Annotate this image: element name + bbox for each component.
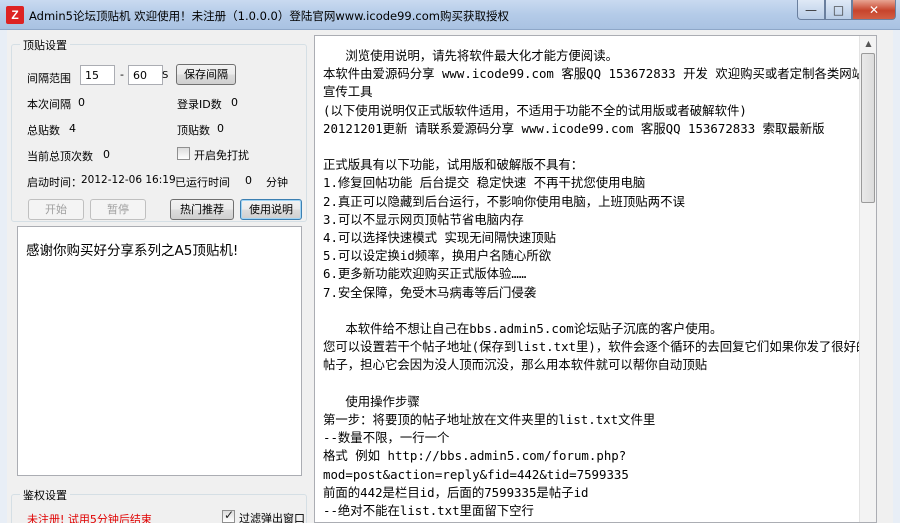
auth-group-title: 鉴权设置 [20,487,70,503]
interval-separator: - [120,68,124,81]
maximize-button[interactable]: □ [825,0,852,20]
login-id-count-label: 登录ID数 [177,98,222,111]
window-title: Admin5论坛顶贴机 欢迎使用！未注册（1.0.0.0）登陆官网www.ico… [29,9,509,23]
start-button[interactable]: 开始 [28,199,84,220]
current-total-top-label: 当前总顶次数 [27,150,93,163]
hot-recommend-button[interactable]: 热门推荐 [170,199,234,220]
login-id-count-value: 0 [231,96,238,109]
registration-status: 未注册! 试用5分钟后结束 [27,513,152,523]
thanks-message: 感谢你购买好分享系列之A5顶贴机! [26,243,239,259]
interval-unit-label: S [162,70,169,81]
interval-range-label: 间隔范围 [27,72,71,85]
interval-min-input[interactable] [80,65,115,85]
instructions-textarea[interactable]: 浏览使用说明，请先将软件最大化才能方便阅读。 本软件由爱源码分享 www.ico… [314,35,877,523]
app-logo-icon: Z [6,6,24,24]
save-interval-button[interactable]: 保存间隔 [176,64,236,85]
window-client-area: 顶贴设置 间隔范围 - S 保存间隔 本次间隔 0 登录ID数 0 总贴数 4 … [7,30,893,523]
instructions-text: 浏览使用说明，请先将软件最大化才能方便阅读。 本软件由爱源码分享 www.ico… [323,48,869,519]
scroll-up-icon[interactable]: ▲ [862,37,875,51]
interval-max-input[interactable] [128,65,163,85]
no-disturb-label[interactable]: 开启免打扰 [194,147,249,163]
help-button[interactable]: 使用说明 [240,199,302,220]
start-time-value: 2012-12-06 16:19 [81,174,176,186]
pause-button[interactable]: 暂停 [90,199,146,220]
start-time-label: 启动时间： [27,176,82,189]
total-posts-label: 总贴数 [27,124,60,137]
current-total-top-value: 0 [103,148,110,161]
minimize-button[interactable]: — [797,0,825,20]
top-posts-label: 顶贴数 [177,124,210,137]
this-interval-label: 本次间隔 [27,98,71,111]
top-posts-value: 0 [217,122,224,135]
close-button[interactable]: ✕ [852,0,896,20]
this-interval-value: 0 [78,96,85,109]
no-disturb-checkbox[interactable] [177,147,190,160]
elapsed-value: 0 [245,174,252,187]
filter-popup-label[interactable]: 过滤弹出窗口 [239,510,305,523]
settings-group-title: 顶贴设置 [20,37,70,53]
scroll-thumb[interactable] [861,53,875,203]
elapsed-unit: 分钟 [266,176,288,189]
total-posts-value: 4 [69,122,76,135]
vertical-scrollbar[interactable]: ▲ [859,36,876,522]
filter-popup-checkbox[interactable] [222,508,235,523]
thanks-message-box[interactable]: 感谢你购买好分享系列之A5顶贴机! [17,226,302,476]
elapsed-label: 已运行时间 [175,176,230,189]
title-bar[interactable]: Z Admin5论坛顶贴机 欢迎使用！未注册（1.0.0.0）登陆官网www.i… [0,0,900,30]
